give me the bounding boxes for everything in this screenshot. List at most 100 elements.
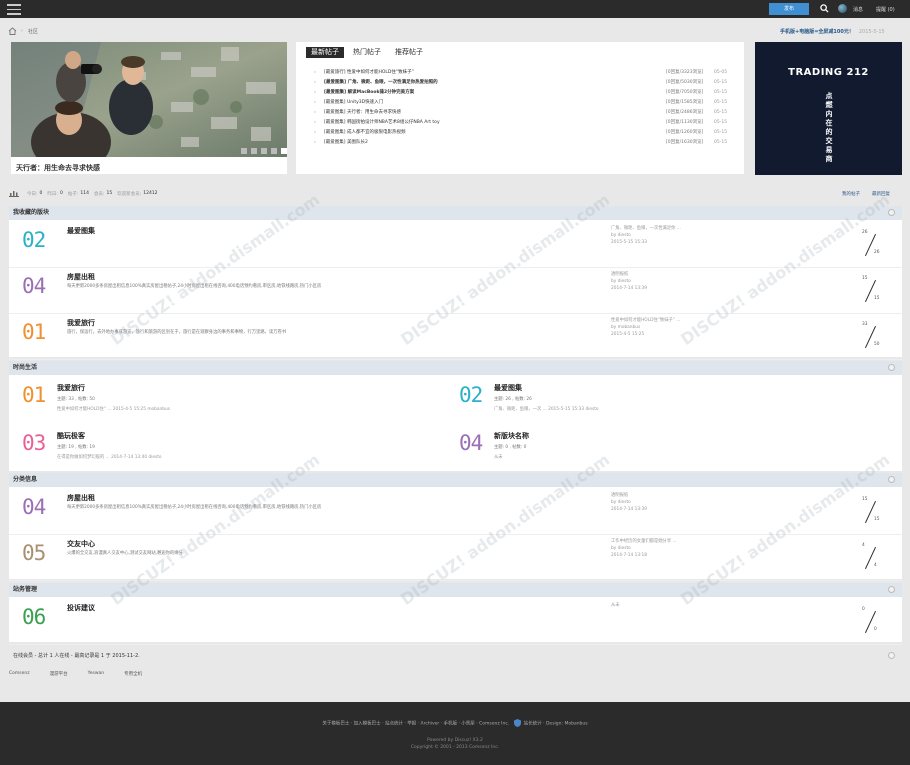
post-row[interactable]: ▹ [最爱图集] 韩国街拍设计师NBA艺术8组公仔NBA Art toy [0回复/… [314, 117, 734, 127]
friend-link[interactable]: 专用全机 [124, 671, 142, 677]
breadcrumb: › 社区 [8, 26, 38, 36]
forum-cell[interactable]: 03 酷玩极客 主题: 19 , 帖数: 19 在得是你做如何梦幻般的 ... 201… [9, 423, 449, 471]
forum-last-post[interactable]: 在得是你做如何梦幻般的 ... 2014-7-14 13:40 diesto [57, 454, 162, 460]
collapse-icon[interactable] [888, 209, 895, 216]
breadcrumb-current[interactable]: 社区 [28, 28, 38, 35]
post-title[interactable]: [最爱图集] 解读MacBook操2分钟完美方案 [324, 89, 666, 95]
tab-latest-posts[interactable]: 最新帖子 [306, 47, 344, 58]
publish-button[interactable]: 发布 [769, 3, 809, 15]
forum-row[interactable]: 04 房屋出租 每天更新2000多条房屋出租信息100%真实房屋出租帖子,24小时房… [9, 487, 902, 535]
forum-name[interactable]: 酷玩极客 [57, 431, 85, 441]
forum-name[interactable]: 最爱图集 [494, 383, 522, 393]
forum-name[interactable]: 新版块名称 [494, 431, 529, 441]
post-title[interactable]: [最爱图集] 韩国街拍设计师NBA艺术8组公仔NBA Art toy [324, 119, 666, 125]
last-post-author[interactable]: by mobanbus [611, 324, 721, 331]
last-post-author[interactable]: by diesto [611, 278, 721, 285]
stats-links: 我的帖子 最新回复 [842, 191, 890, 197]
post-row[interactable]: ▹ [最爱图集] 天行者：用生命去寻求快感 [0回复/2486浏览] 05-15 [314, 107, 734, 117]
post-title[interactable]: [最爱旅行] 性爱中如何才能HOLD住“致妹子” [324, 69, 666, 75]
friend-link[interactable]: Yeswan [88, 671, 105, 677]
post-title[interactable]: [最爱图集] 天行者：用生命去寻求快感 [324, 109, 666, 115]
slider-photo[interactable] [11, 42, 287, 157]
slider-dot[interactable] [271, 148, 277, 154]
remind-count: (0) [887, 7, 895, 13]
post-row[interactable]: ▹ [最爱图集] 广角、微距、鱼眼，一次性满足你热爱拍照的 [0回复/5030浏览]… [314, 77, 734, 87]
post-title[interactable]: [最爱图集] 广角、微距、鱼眼，一次性满足你热爱拍照的 [324, 79, 666, 85]
forum-name[interactable]: 投诉建议 [67, 603, 95, 613]
last-post-title[interactable]: 工作中经历的女童们都是她分享 ... [611, 538, 721, 545]
last-post-time: 2015-4-5 15:25 [611, 332, 645, 337]
menu-icon[interactable] [7, 4, 21, 15]
forum-cell[interactable]: 01 我爱旅行 主题: 33 , 帖数: 50 性爱中如何才能HOLD住“ ... 2… [9, 375, 449, 423]
forum-row[interactable]: 06 投诉建议 从未 0 0 [9, 597, 902, 645]
avatar[interactable] [838, 4, 847, 13]
last-post-author[interactable]: by diesto [611, 545, 721, 552]
forum-row[interactable]: 04 房屋出租 每天更新2000多条房屋出租信息100%真实房屋出租帖子,24小时房… [9, 266, 902, 314]
stat-newest[interactable]: 12412 [143, 191, 157, 196]
footer-links-text[interactable]: 关于模板巴士 · 加入模板巴士 · 站点统计 · 举报 · Archiver ·… [322, 722, 509, 727]
forum-name[interactable]: 最爱图集 [67, 226, 95, 236]
post-title[interactable]: [最爱图集] 成人都不宜的极限电影热视频 [324, 129, 666, 135]
latest-reply-link[interactable]: 最新回复 [872, 191, 890, 197]
last-post-title[interactable]: 性爱中如何才能HOLD住“致妹子” ... [611, 317, 721, 324]
friend-link[interactable]: Comsenz [9, 671, 30, 677]
thread-count: 0 [862, 607, 865, 612]
forum-name[interactable]: 房屋出租 [67, 272, 95, 282]
ad-banner[interactable]: TRADING 212 点燃内在的交易商 [755, 42, 902, 175]
post-date: 05-15 [714, 129, 728, 135]
post-row[interactable]: ▹ [最爱旅行] 性爱中如何才能HOLD住“致妹子” [0回复/3323浏览] 05-… [314, 67, 734, 77]
forum-last-post[interactable]: 广角、微距、鱼眼，一次 ... 2015-5-15 15:33 diesto [494, 406, 599, 412]
forum-last-post[interactable]: 性爱中如何才能HOLD住“ ... 2015-4-5 15:25 mobanbu… [57, 406, 170, 412]
slider-dot-active[interactable] [281, 148, 287, 154]
last-post-author[interactable]: by diesto [611, 499, 721, 506]
post-title[interactable]: [最爱图集] Unity3D快速入门 [324, 99, 666, 105]
tab-hot-posts[interactable]: 热门帖子 [348, 47, 386, 58]
search-icon[interactable] [820, 4, 829, 13]
my-posts-link[interactable]: 我的帖子 [842, 191, 860, 197]
forum-name[interactable]: 房屋出租 [67, 493, 95, 503]
slider-dot[interactable] [251, 148, 257, 154]
footer-links[interactable]: 关于模板巴士 · 加入模板巴士 · 站点统计 · 举报 · Archiver ·… [0, 719, 910, 727]
forum-description: 旅行，保运行。去外地办事或游览，旅行和旅游的区别在于，旅行是在观察身边的事务和事… [67, 330, 287, 335]
slider-dot[interactable] [241, 148, 247, 154]
forum-name[interactable]: 我爱旅行 [57, 383, 85, 393]
forum-meta: 主题: 26 , 帖数: 26 [494, 397, 532, 402]
forum-row[interactable]: 02 最爱图集 广角、微距、鱼眼，一次性满足你 ... by diesto 2015-5… [9, 220, 902, 268]
forum-cell[interactable]: 02 最爱图集 主题: 26 , 帖数: 26 广角、微距、鱼眼，一次 ... 201… [446, 375, 886, 423]
remind-link[interactable]: 提醒 (0) [876, 6, 895, 13]
collapse-icon[interactable] [888, 652, 895, 659]
last-post-author[interactable]: by diesto [611, 232, 721, 239]
collapse-icon[interactable] [888, 586, 895, 593]
last-post-title[interactable]: 从未 [611, 602, 721, 609]
thread-post-counts: 15 15 [862, 276, 879, 303]
message-link[interactable]: 消息 [853, 6, 863, 13]
last-post-title[interactable]: 透明报纸 [611, 271, 721, 278]
post-row[interactable]: ▹ [最爱图集] 成人都不宜的极限电影热视频 [0回复/1260浏览] 05-15 [314, 127, 734, 137]
forum-row[interactable]: 01 我爱旅行 旅行，保运行。去外地办事或游览，旅行和旅游的区别在于，旅行是在观察身… [9, 312, 902, 360]
forum-cell[interactable]: 04 新版块名称 主题: 0 , 帖数: 0 从未 [446, 423, 886, 471]
last-post-title[interactable]: 广角、微距、鱼眼，一次性满足你 ... [611, 225, 721, 232]
slider-caption[interactable]: 天行者：用生命去寻求快感 [16, 163, 100, 173]
forum-row[interactable]: 05 交友中心 火爆的全交友,浪漫真人交友中心,测试交友网站,邂逅你的缘分 工作中经历… [9, 533, 902, 581]
forum-name[interactable]: 交友中心 [67, 539, 95, 549]
last-post-title[interactable]: 透明报纸 [611, 492, 721, 499]
slider-dot[interactable] [261, 148, 267, 154]
forum-last-post[interactable]: 从未 [494, 454, 503, 460]
post-date: 05-15 [714, 89, 728, 95]
forum-name[interactable]: 我爱旅行 [67, 318, 95, 328]
footer-links-right[interactable]: 站长统计 · Design: Mobanbus [524, 722, 588, 727]
collapse-icon[interactable] [888, 364, 895, 371]
home-icon[interactable] [8, 27, 17, 35]
collapse-icon[interactable] [888, 476, 895, 483]
friend-link[interactable]: 漫游平台 [50, 671, 68, 677]
section-header-favorites: 我收藏的版块 [9, 206, 902, 220]
tab-recommended-posts[interactable]: 推荐帖子 [390, 47, 428, 58]
post-row[interactable]: ▹ [最爱图集] 美图队长2 [0回复/1630浏览] 05-15 [314, 137, 734, 147]
post-title[interactable]: [最爱图集] 美图队长2 [324, 139, 666, 145]
post-row[interactable]: ▹ [最爱图集] 解读MacBook操2分钟完美方案 [0回复/7050浏览] 05-… [314, 87, 734, 97]
section-header-classified: 分类信息 [9, 473, 902, 487]
image-slider[interactable]: 天行者：用生命去寻求快感 [11, 42, 287, 174]
notice-bar[interactable]: 手机版+电脑版=全屏减100元！ 2015-5-15 [780, 28, 885, 35]
footer-powered: Powered by Discuz! X3.2 [427, 738, 483, 743]
post-row[interactable]: ▹ [最爱图集] Unity3D快速入门 [0回复/1585浏览] 05-15 [314, 97, 734, 107]
